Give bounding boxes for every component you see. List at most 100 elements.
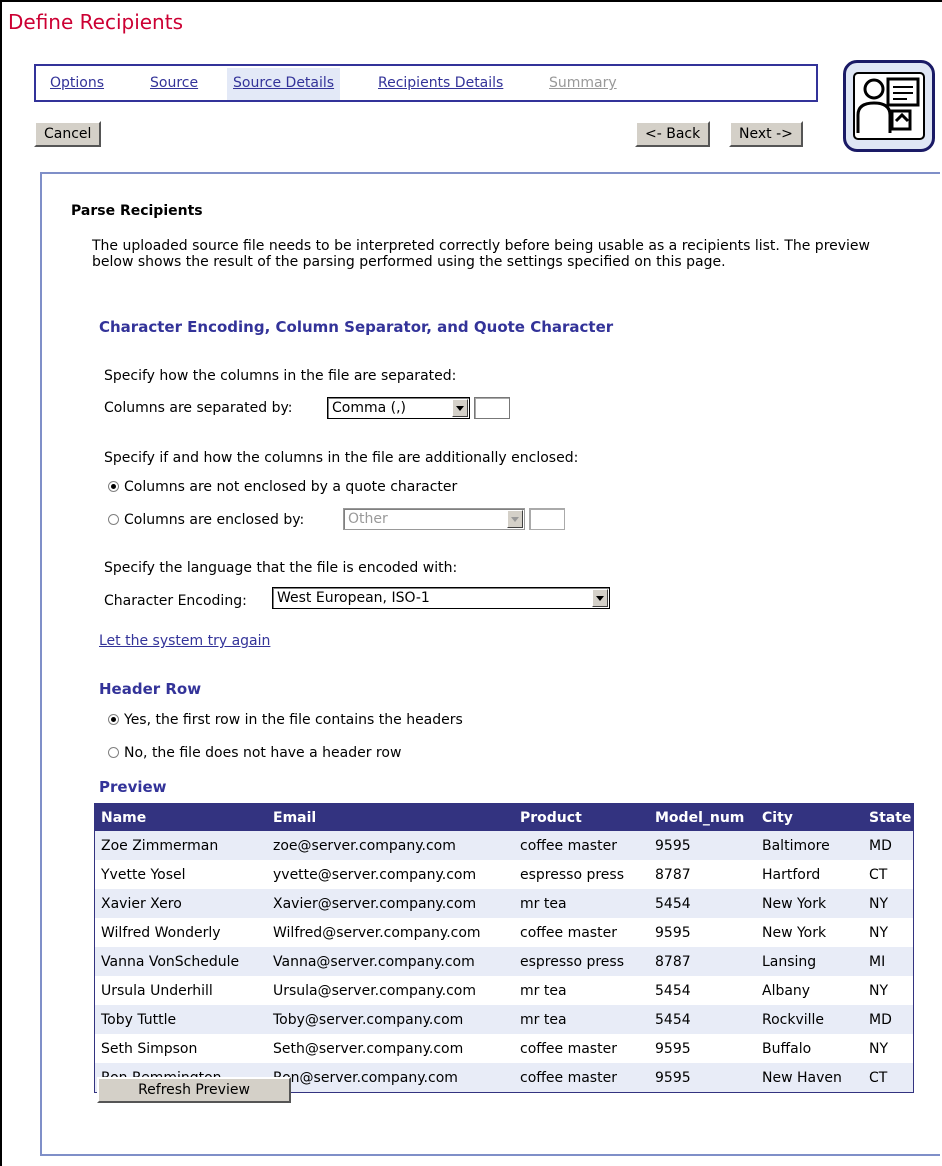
header-no-option[interactable]: No, the file does not have a header row <box>108 745 401 761</box>
tab-summary: Summary <box>549 75 617 91</box>
back-button[interactable]: <- Back <box>635 121 711 147</box>
table-cell: Albany <box>762 982 811 999</box>
separator-select[interactable]: Comma (,) <box>327 397 470 419</box>
tab-source[interactable]: Source <box>150 75 198 91</box>
table-cell: 9595 <box>649 1063 756 1093</box>
table-cell: coffee master <box>520 924 617 941</box>
table-cell: Baltimore <box>756 831 863 860</box>
column-header: State <box>863 803 914 831</box>
table-row: Xavier Xero Xavier@server.company.com mr t… <box>94 889 914 918</box>
enclosure-custom-input[interactable] <box>529 508 565 530</box>
table-cell: 8787 <box>655 866 691 883</box>
table-cell: CT <box>869 866 888 883</box>
separator-select-value: Comma (,) <box>332 400 407 416</box>
table-cell: 8787 <box>649 947 756 976</box>
table-cell: Ron@server.company.com <box>267 1063 514 1093</box>
header-no-label: No, the file does not have a header row <box>124 745 402 761</box>
enclosure-select-value: Other <box>348 511 388 527</box>
next-button[interactable]: Next -> <box>729 121 803 147</box>
enclosure-prompt: Specify if and how the columns in the fi… <box>104 450 579 466</box>
table-cell: Seth@server.company.com <box>273 1040 464 1057</box>
chevron-down-icon <box>452 399 468 417</box>
separator-custom-input[interactable] <box>474 397 510 419</box>
header-section-title: Header Row <box>99 680 202 698</box>
table-row: Vanna VonSchedule Vanna@server.company.co… <box>94 947 914 976</box>
table-cell: espresso press <box>520 866 624 883</box>
table-cell: Toby Tuttle <box>94 1005 267 1034</box>
radio-checked-icon[interactable] <box>108 480 119 492</box>
table-cell: coffee master <box>514 1063 649 1093</box>
table-cell: coffee master <box>514 831 649 860</box>
table-header-row: Name Email Product Model_num City State <box>94 803 914 831</box>
encoding-select[interactable]: West European, ISO-1 <box>272 587 610 609</box>
table-cell: Ursula@server.company.com <box>273 982 476 999</box>
header-yes-option[interactable]: Yes, the first row in the file contains … <box>108 712 463 728</box>
table-cell: espresso press <box>514 947 649 976</box>
table-cell: Toby@server.company.com <box>267 1005 514 1034</box>
enclosure-select[interactable]: Other <box>343 508 525 530</box>
encoding-section-title: Character Encoding, Column Separator, an… <box>99 318 614 336</box>
not-enclosed-label: Columns are not enclosed by a quote char… <box>124 479 458 495</box>
recipients-wizard-icon <box>843 60 935 152</box>
radio-checked-icon[interactable] <box>108 713 119 725</box>
preview-title: Preview <box>99 778 167 796</box>
column-header: Product <box>514 803 649 831</box>
table-cell: Xavier@server.company.com <box>267 889 514 918</box>
table-cell: NY <box>869 982 889 999</box>
table-cell: Wilfred@server.company.com <box>273 924 481 941</box>
table-cell: 5454 <box>649 889 756 918</box>
table-cell: NY <box>863 889 914 918</box>
page-title: Define Recipients <box>8 10 183 34</box>
table-cell: Vanna VonSchedule <box>94 947 267 976</box>
table-cell: coffee master <box>520 1040 617 1057</box>
separator-prompt: Specify how the columns in the file are … <box>104 368 457 384</box>
table-cell: New York <box>762 924 827 941</box>
table-cell: New York <box>756 889 863 918</box>
tab-source-details[interactable]: Source Details <box>227 68 341 100</box>
radio-unchecked-icon[interactable] <box>108 746 119 758</box>
enclosed-label: Columns are enclosed by: <box>124 512 305 528</box>
table-row: Seth Simpson Seth@server.company.com coffe… <box>95 1034 914 1063</box>
tab-recipients-details[interactable]: Recipients Details <box>378 75 503 91</box>
tab-options[interactable]: Options <box>50 75 104 91</box>
table-cell: mr tea <box>514 889 649 918</box>
parse-heading: Parse Recipients <box>71 203 203 219</box>
table-cell: MI <box>863 947 914 976</box>
table-row: Yvette Yosel yvette@server.company.com esp… <box>95 860 914 889</box>
table-cell: Yvette Yosel <box>101 866 186 883</box>
enclosed-option[interactable]: Columns are enclosed by: <box>108 512 304 528</box>
table-cell: NY <box>869 924 889 941</box>
table-cell: mr tea <box>514 1005 649 1034</box>
column-header: Model_num <box>649 803 756 831</box>
table-cell: Lansing <box>756 947 863 976</box>
separator-label: Columns are separated by: <box>104 400 293 416</box>
table-cell: New Haven <box>756 1063 863 1093</box>
table-cell: Xavier Xero <box>94 889 267 918</box>
table-cell: MD <box>863 831 914 860</box>
table-row: Zoe Zimmerman zoe@server.company.com coffe… <box>94 831 914 860</box>
table-cell: Wilfred Wonderly <box>101 924 221 941</box>
chevron-down-icon <box>507 510 523 528</box>
table-cell: Zoe Zimmerman <box>94 831 267 860</box>
chevron-down-icon <box>592 589 608 607</box>
table-cell: Buffalo <box>762 1040 812 1057</box>
table-cell: MD <box>863 1005 914 1034</box>
table-cell: mr tea <box>520 982 567 999</box>
column-header: City <box>756 803 863 831</box>
table-row: Ursula Underhill Ursula@server.company.co… <box>95 976 914 1005</box>
cancel-button[interactable]: Cancel <box>34 121 102 147</box>
refresh-preview-button[interactable]: Refresh Preview <box>97 1077 291 1103</box>
table-cell: Ursula Underhill <box>101 982 213 999</box>
retry-link[interactable]: Let the system try again <box>99 633 270 649</box>
table-cell: Rockville <box>756 1005 863 1034</box>
table-cell: yvette@server.company.com <box>273 866 477 883</box>
not-enclosed-option[interactable]: Columns are not enclosed by a quote char… <box>108 479 457 495</box>
table-cell: 5454 <box>655 982 691 999</box>
table-cell: NY <box>869 1040 889 1057</box>
radio-unchecked-icon[interactable] <box>108 513 119 525</box>
column-header: Name <box>94 803 267 831</box>
table-cell: 9595 <box>655 924 691 941</box>
column-header: Email <box>267 803 514 831</box>
table-cell: Seth Simpson <box>101 1040 198 1057</box>
table-row: Toby Tuttle Toby@server.company.com mr tea… <box>94 1005 914 1034</box>
